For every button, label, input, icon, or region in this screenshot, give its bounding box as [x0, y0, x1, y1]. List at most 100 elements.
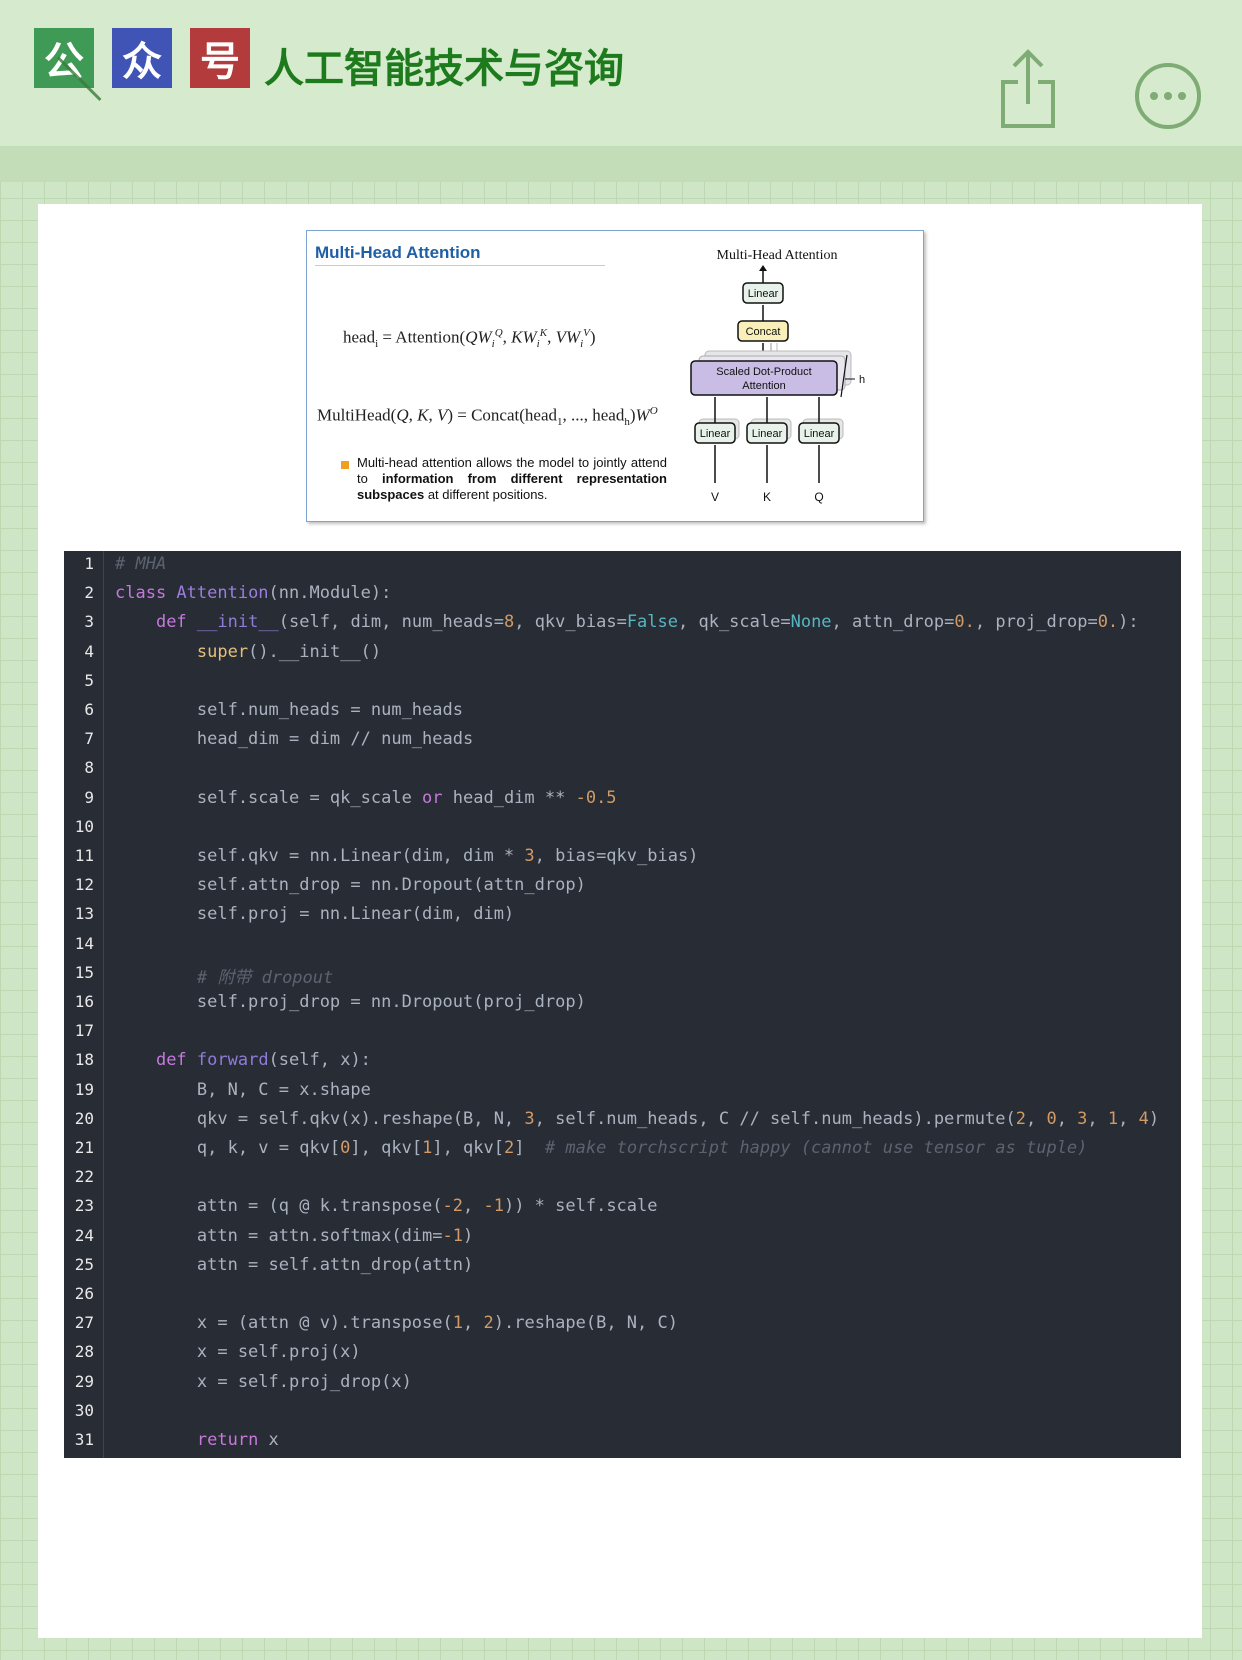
- code-token: ().__init__(): [248, 641, 382, 662]
- line-number: 3: [84, 612, 94, 632]
- code-token: -1: [442, 1225, 463, 1246]
- code-token: , bias=qkv_bias): [534, 846, 699, 866]
- line-number: 10: [74, 816, 94, 836]
- code-line: head_dim = dim // num_heads: [115, 729, 473, 749]
- code-token: -1: [483, 1196, 504, 1217]
- code-token: q, k, v = qkv[: [115, 1138, 341, 1158]
- code-line: class Attention(nn.Module):: [115, 583, 391, 603]
- diagram-concat: Concat: [746, 326, 781, 338]
- slide-bullet: Multi-head attention allows the model to…: [357, 455, 667, 502]
- code-token: 1: [1107, 1108, 1119, 1129]
- code-token: 2: [1015, 1108, 1026, 1129]
- mha-diagram: Multi-Head Attention Linear Concat Scale…: [690, 248, 865, 504]
- code-token: 4: [1138, 1108, 1149, 1129]
- code-line: q, k, v = qkv[0], qkv[1], qkv[2] # make …: [115, 1138, 1088, 1158]
- header-subbar: [0, 146, 1242, 182]
- line-number: 18: [74, 1050, 94, 1070]
- code-token: class: [115, 583, 177, 604]
- line-number: 7: [84, 729, 94, 749]
- formula-head: headi = Attention(QWiQ, KWiK, VWiV): [343, 327, 596, 351]
- code-token: ]: [514, 1138, 545, 1158]
- code-token: ,: [1087, 1108, 1108, 1129]
- code-token: -2: [442, 1196, 463, 1217]
- code-token: # 附带 dropout: [196, 967, 334, 988]
- line-number: 11: [74, 846, 94, 865]
- line-number: 29: [74, 1371, 94, 1391]
- code-token: x = self.proj(x): [115, 1342, 361, 1363]
- code-token: ): [1148, 1108, 1160, 1129]
- code-line: self.qkv = nn.Linear(dim, dim * 3, bias=…: [115, 846, 699, 866]
- code-token: 0.: [954, 612, 975, 633]
- code-token: 0: [1046, 1108, 1057, 1129]
- code-token: ,: [463, 1313, 484, 1334]
- code-token: __init__: [196, 612, 279, 633]
- diagram-h-label: h: [859, 374, 865, 386]
- code-token: , proj_drop=: [974, 612, 1098, 633]
- line-number: 21: [74, 1138, 94, 1157]
- code-token: ):: [1118, 612, 1139, 633]
- code-token: x: [258, 1430, 279, 1450]
- line-number: 31: [74, 1430, 94, 1449]
- code-token: self.num_heads = num_heads: [115, 700, 463, 720]
- code-line: self.proj = nn.Linear(dim, dim): [115, 904, 514, 924]
- line-number-gutter: 1 2 3 4 5 6 7 8 9 10 11 12 13 14 15 16 17 18 19 20 21 22 23 24 2…: [64, 551, 104, 1458]
- code-line: qkv = self.qkv(x).reshape(B, N, 3, self.…: [115, 1109, 1159, 1129]
- code-token: self.qkv = nn.Linear(dim, dim *: [115, 846, 525, 866]
- code-token: 0: [340, 1138, 351, 1158]
- code-line: return x: [115, 1430, 279, 1450]
- code-token: , self.num_heads, C // self.num_heads).p…: [534, 1108, 1016, 1129]
- code-token: ,: [463, 1196, 484, 1217]
- badge-zhong: 众: [112, 28, 172, 88]
- diagram-linear-top: Linear: [748, 288, 779, 300]
- code-token: self.attn_drop = nn.Dropout(attn_drop): [115, 875, 586, 896]
- code-token: attn = attn.softmax(dim=: [115, 1225, 443, 1246]
- code-token: ,: [1025, 1108, 1047, 1129]
- code-token: ], qkv[: [350, 1138, 423, 1158]
- share-icon[interactable]: [1000, 48, 1056, 130]
- line-number: 23: [74, 1196, 94, 1216]
- code-token: ): [463, 1225, 474, 1246]
- code-token: , qkv_bias=: [514, 612, 627, 633]
- more-icon[interactable]: [1134, 62, 1202, 130]
- line-number: 13: [74, 904, 94, 924]
- code-line: self.attn_drop = nn.Dropout(attn_drop): [115, 875, 586, 895]
- code-token: 3: [524, 1108, 535, 1129]
- code-token: ).reshape(B, N, C): [493, 1313, 678, 1334]
- code-token: 1: [452, 1313, 464, 1334]
- code-line: # MHA: [115, 554, 166, 574]
- code-line: # 附带 dropout: [115, 963, 333, 988]
- diagram-input-q: Q: [814, 490, 823, 504]
- line-number: 9: [84, 787, 94, 807]
- code-token: 1: [422, 1138, 433, 1158]
- badge-gong: 公: [34, 28, 94, 88]
- code-token: , qk_scale=: [678, 612, 791, 633]
- code-token: return: [196, 1430, 259, 1450]
- code-token: 2: [483, 1313, 494, 1334]
- line-number: 8: [84, 758, 94, 778]
- code-token: # make torchscript happy (cannot use ten…: [544, 1138, 1088, 1158]
- code-block: 1 2 3 4 5 6 7 8 9 10 11 12 13 14 15 16 17 18 19 20 21 22 23 24 2…: [64, 551, 1181, 1458]
- line-number: 4: [84, 641, 94, 661]
- line-number: 15: [74, 962, 94, 982]
- code-line: attn = self.attn_drop(attn): [115, 1255, 473, 1275]
- code-token: attn = (q @ k.transpose(: [115, 1196, 443, 1217]
- diagram-linear-k: Linear: [752, 428, 783, 440]
- code-token: -0.5: [575, 787, 617, 808]
- line-number: 20: [74, 1108, 94, 1128]
- line-number: 2: [84, 583, 94, 603]
- code-token: or: [422, 787, 443, 808]
- line-number: 5: [84, 670, 94, 690]
- code-token: 8: [503, 612, 515, 633]
- code-line: super().__init__(): [115, 642, 381, 662]
- code-token: Attention: [176, 583, 269, 604]
- code-token: # MHA: [115, 554, 167, 574]
- code-line: attn = attn.softmax(dim=-1): [115, 1226, 473, 1246]
- account-name[interactable]: 人工智能技术与咨询: [264, 36, 624, 94]
- line-number: 26: [74, 1284, 94, 1303]
- bullet-marker-icon: [341, 461, 349, 469]
- code-token: forward: [196, 1050, 269, 1071]
- code-token: 2: [503, 1138, 515, 1158]
- code-token: 3: [1077, 1108, 1088, 1129]
